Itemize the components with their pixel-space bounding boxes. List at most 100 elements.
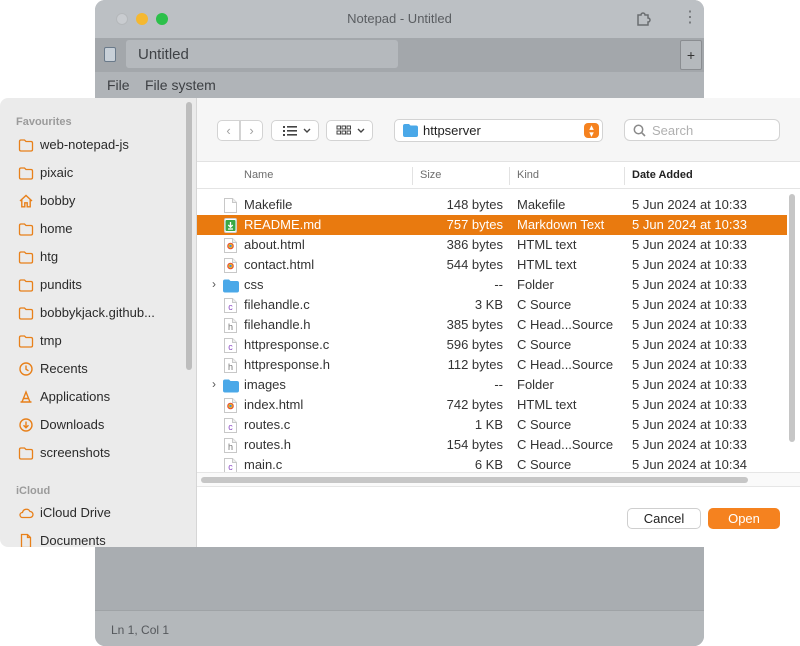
folder-icon (18, 279, 34, 292)
tab-bar: Untitled + (95, 38, 704, 72)
file-date-added: 5 Jun 2024 at 10:33 (632, 357, 747, 372)
sidebar-item[interactable]: Downloads (0, 412, 185, 438)
file-name: contact.html (244, 257, 315, 272)
file-date-added: 5 Jun 2024 at 10:33 (632, 217, 747, 232)
column-name[interactable]: Name (244, 169, 273, 181)
file-name: about.html (244, 237, 305, 252)
file-row[interactable]: c routes.c 1 KB C Source 5 Jun 2024 at 10:33 (197, 415, 787, 435)
file-row[interactable]: h httpresponse.h 112 bytes C Head...Source 5… (197, 355, 787, 375)
sidebar-item[interactable]: Recents (0, 356, 185, 382)
forward-button[interactable]: › (240, 120, 263, 141)
open-button[interactable]: Open (708, 508, 780, 529)
back-button[interactable]: ‹ (217, 120, 240, 141)
file-kind: Makefile (517, 197, 566, 212)
dialog-main: ‹ › httpserver ▴ ▾ Search Name Size Kind… (197, 98, 800, 547)
file-size: 757 bytes (446, 217, 503, 232)
file-row[interactable]: Makefile 148 bytes Makefile 5 Jun 2024 at 1… (197, 195, 787, 215)
file-row[interactable]: c filehandle.c 3 KB C Source 5 Jun 2024 at 1… (197, 295, 787, 315)
file-name: httpresponse.c (244, 337, 330, 352)
sidebar-item[interactable]: tmp (0, 328, 185, 354)
sidebar-item[interactable]: bobby (0, 188, 185, 214)
file-name: index.html (244, 397, 304, 412)
sidebar-item-label: home (40, 221, 73, 236)
html-file-icon (224, 238, 237, 253)
file-row[interactable]: contact.html 544 bytes HTML text 5 Jun 2024… (197, 255, 787, 275)
disclosure-triangle-icon[interactable]: › (212, 377, 216, 391)
file-name: filehandle.h (244, 317, 311, 332)
html-file-icon (224, 258, 237, 273)
menu-file[interactable]: File (107, 77, 130, 93)
file-list-vertical-scrollbar[interactable] (789, 194, 795, 442)
file-row[interactable]: README.md 757 bytes Markdown Text 5 Jun 202… (197, 215, 787, 235)
extension-icon[interactable] (635, 9, 653, 27)
file-date-added: 5 Jun 2024 at 10:33 (632, 317, 747, 332)
sidebar-item-label: screenshots (40, 445, 111, 460)
file-row[interactable]: h filehandle.h 385 bytes C Head...Source 5 J… (197, 315, 787, 335)
file-kind: C Source (517, 457, 572, 472)
c-header-file-icon: h (224, 358, 237, 373)
favourites-heading: Favourites (16, 116, 72, 128)
file-row[interactable]: c httpresponse.c 596 bytes C Source 5 Jun 20… (197, 335, 787, 355)
file-row[interactable]: › css -- Folder 5 Jun 2024 at 10:33 (197, 275, 787, 295)
sidebar-scrollbar[interactable] (186, 102, 192, 370)
sidebar-item[interactable]: iCloud Drive (0, 500, 185, 526)
c-source-file-icon: c (224, 458, 237, 473)
dialog-toolbar: ‹ › httpserver ▴ ▾ Search (197, 98, 800, 162)
sidebar-item[interactable]: Documents (0, 528, 185, 547)
sidebar-item[interactable]: pixaic (0, 160, 185, 186)
more-options-icon[interactable]: ⋮ (682, 10, 698, 26)
folder-icon (18, 167, 34, 180)
folder-icon (18, 223, 34, 236)
document-icon (20, 533, 32, 547)
list-view-button[interactable] (271, 120, 319, 141)
menu-file-system[interactable]: File system (145, 77, 216, 93)
sidebar-item[interactable]: screenshots (0, 440, 185, 466)
column-size[interactable]: Size (420, 169, 441, 181)
download-icon (19, 418, 33, 432)
file-row[interactable]: › images -- Folder 5 Jun 2024 at 10:33 (197, 375, 787, 395)
sidebar-item[interactable]: Applications (0, 384, 185, 410)
c-source-file-icon: c (224, 338, 237, 353)
sidebar-item[interactable]: pundits (0, 272, 185, 298)
column-kind[interactable]: Kind (517, 169, 539, 181)
sidebar-item-label: web-notepad-js (40, 137, 129, 152)
sidebar-item[interactable]: home (0, 216, 185, 242)
file-size: 3 KB (474, 297, 503, 312)
disclosure-triangle-icon[interactable]: › (212, 277, 216, 291)
search-field[interactable]: Search (624, 119, 780, 141)
html-file-icon (224, 398, 237, 413)
cancel-button[interactable]: Cancel (627, 508, 701, 529)
tab-untitled[interactable]: Untitled (126, 40, 398, 68)
sidebar-item[interactable]: web-notepad-js (0, 132, 185, 158)
sidebar-item-label: Downloads (40, 417, 105, 432)
file-date-added: 5 Jun 2024 at 10:33 (632, 437, 747, 452)
location-popup[interactable]: httpserver ▴ ▾ (394, 119, 603, 142)
column-date-added[interactable]: Date Added (632, 169, 693, 181)
icloud-heading: iCloud (16, 485, 51, 497)
file-list-horizontal-scrollbar[interactable] (201, 477, 748, 483)
file-size: 154 bytes (446, 437, 503, 452)
dialog-sidebar: Favourites web-notepad-js pixaic bobby home… (0, 98, 197, 547)
sidebar-item-label: htg (40, 249, 59, 264)
file-kind: HTML text (517, 237, 577, 252)
file-row[interactable]: h routes.h 154 bytes C Head...Source 5 Jun 2… (197, 435, 787, 455)
c-header-file-icon: h (224, 438, 237, 453)
file-size: 112 bytes (447, 357, 503, 372)
open-file-dialog: Favourites web-notepad-js pixaic bobby home… (0, 98, 800, 547)
document-icon (104, 47, 116, 62)
status-bar: Ln 1, Col 1 (95, 610, 704, 646)
file-date-added: 5 Jun 2024 at 10:33 (632, 257, 747, 272)
file-kind: C Head...Source (517, 357, 614, 372)
file-date-added: 5 Jun 2024 at 10:33 (632, 297, 747, 312)
new-tab-button[interactable]: + (680, 40, 702, 70)
column-divider (509, 167, 510, 185)
file-row[interactable]: index.html 742 bytes HTML text 5 Jun 2024 a… (197, 395, 787, 415)
folder-icon (403, 124, 418, 137)
sidebar-item[interactable]: bobbykjack.github... (0, 300, 185, 326)
svg-text:h: h (228, 362, 233, 372)
file-row[interactable]: about.html 386 bytes HTML text 5 Jun 2024 a… (197, 235, 787, 255)
clock-icon (19, 362, 33, 376)
column-divider (412, 167, 413, 185)
group-view-button[interactable] (326, 120, 373, 141)
sidebar-item[interactable]: htg (0, 244, 185, 270)
